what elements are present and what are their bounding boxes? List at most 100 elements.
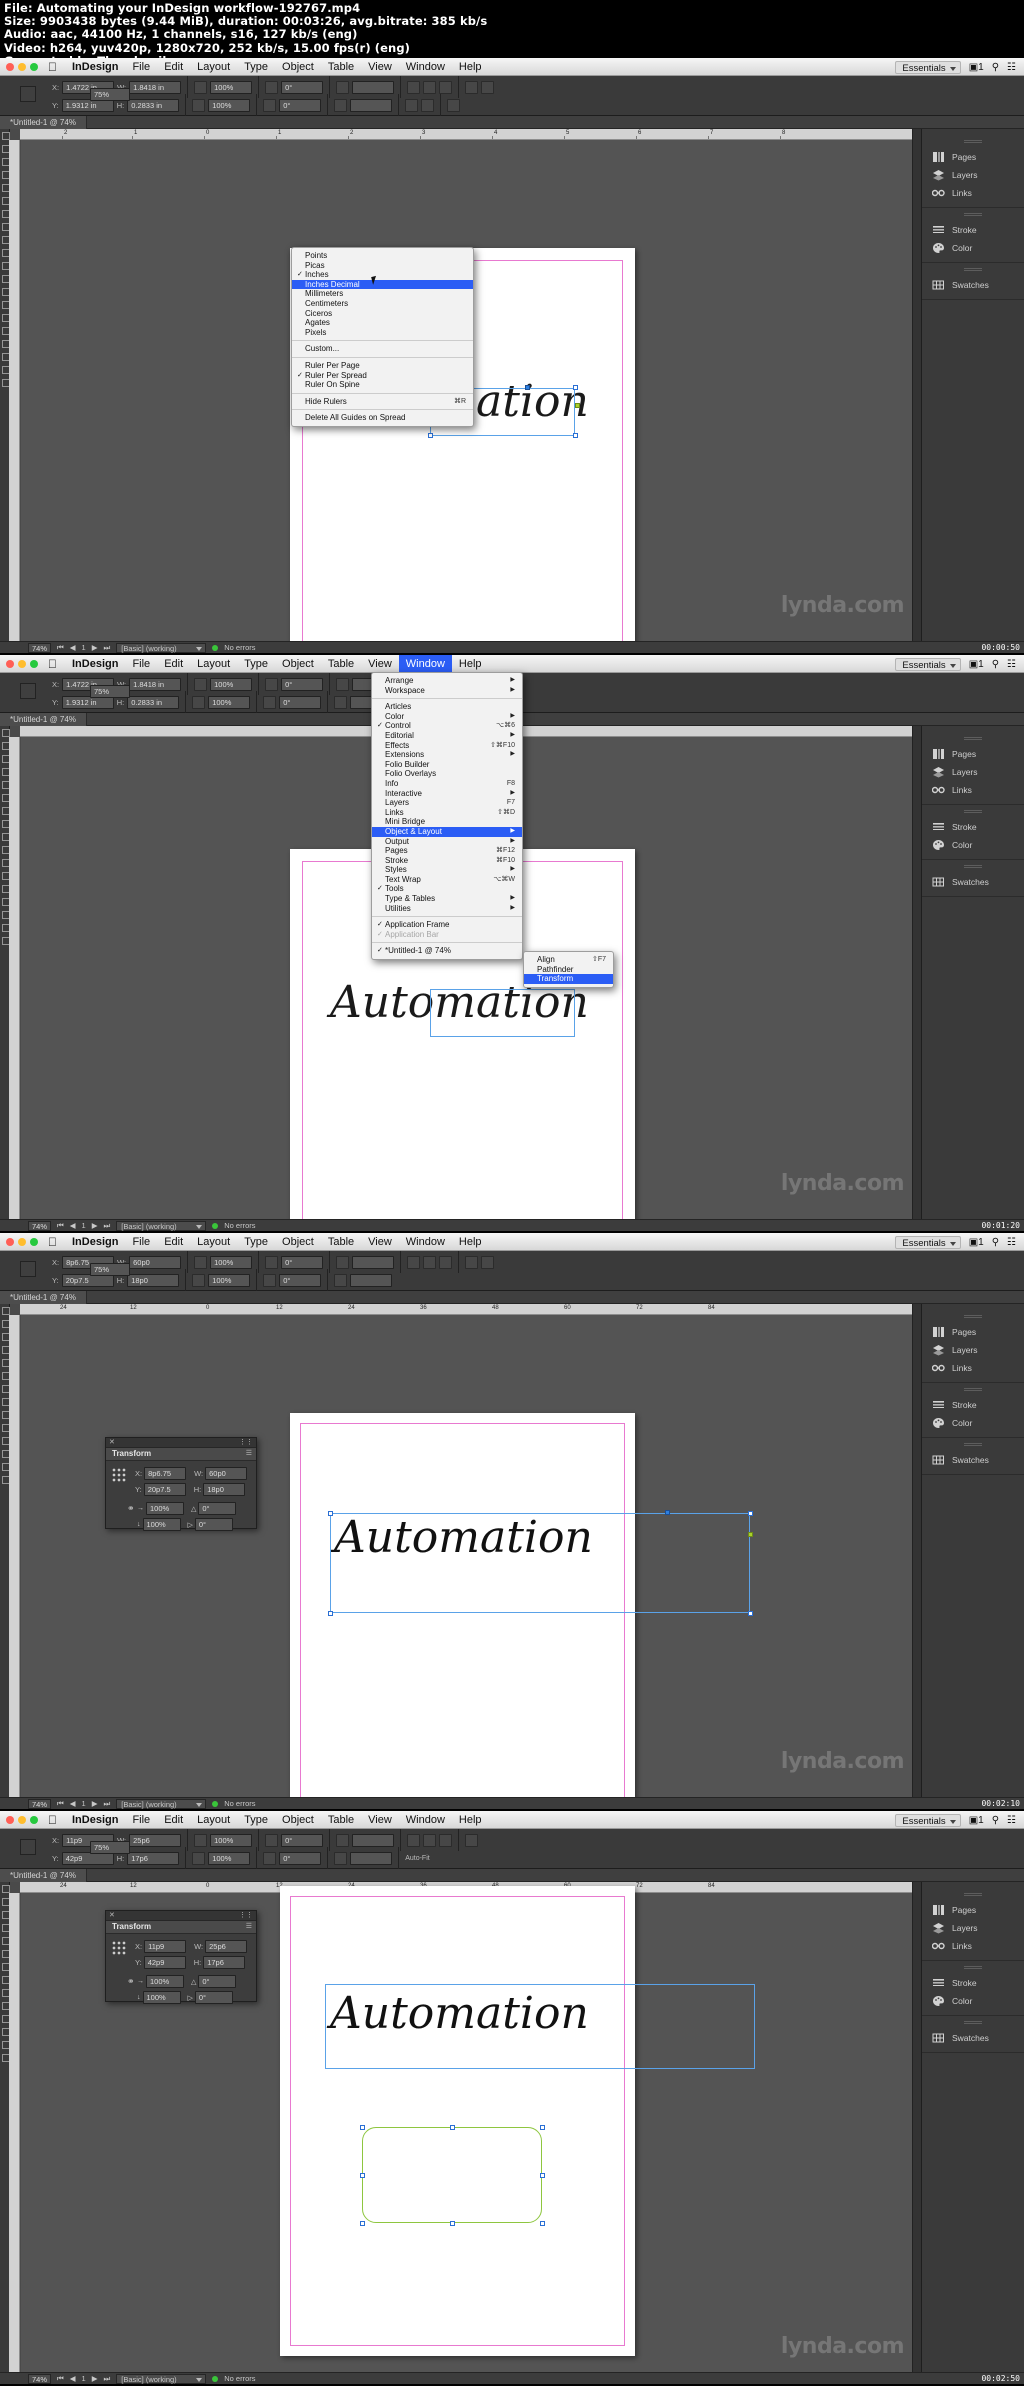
status-zoom-2[interactable]: 74% <box>28 1220 52 1231</box>
dock-grip-handle[interactable] <box>964 737 982 741</box>
selection-handle-tr-1[interactable] <box>573 385 578 390</box>
apple-menu-icon-4[interactable]:  <box>48 1813 57 1827</box>
window-menu-item-color[interactable]: Color ▶ <box>372 712 522 722</box>
ruler-units-menu-item-millimeters[interactable]: Millimeters <box>292 289 473 299</box>
status-preset-4[interactable]: [Basic] (working) <box>116 2373 207 2384</box>
transform-h-field-3[interactable]: 18p0 <box>203 1483 246 1496</box>
dock-item-links[interactable]: Links <box>922 1359 1024 1377</box>
page-nav-next-4[interactable]: ▶ <box>92 2374 98 2383</box>
page-nav-next-3[interactable]: ▶ <box>92 1799 98 1808</box>
menu-edit-2[interactable]: Edit <box>157 655 190 673</box>
ruler-units-menu-item-ruler-per-spread[interactable]: ✓ Ruler Per Spread <box>292 371 473 381</box>
status-page-4[interactable]: 1 <box>82 2374 86 2383</box>
dock-item-links[interactable]: Links <box>922 781 1024 799</box>
selection-handle-tl-3[interactable] <box>328 1511 333 1516</box>
dock-item-layers[interactable]: Layers <box>922 763 1024 781</box>
transform-rotate-3[interactable]: 0° <box>198 1502 237 1515</box>
menu-layout-3[interactable]: Layout <box>190 1233 237 1251</box>
rounded-rectangle-shape-4[interactable] <box>362 2127 542 2223</box>
stroke-weight-field-4[interactable] <box>352 1833 395 1847</box>
menu-file-2[interactable]: File <box>125 655 157 673</box>
status-zoom-3[interactable]: 74% <box>28 1798 52 1809</box>
object-layout-submenu[interactable]: Align ⇧F7 Pathfinder Transform <box>523 951 614 988</box>
window-menu-item-layers[interactable]: Layers F7 <box>372 798 522 808</box>
dock-item-swatches[interactable]: Swatches <box>922 1451 1024 1469</box>
workspace-switcher-4[interactable]: Essentials <box>895 1813 961 1827</box>
dock-item-layers[interactable]: Layers <box>922 1919 1024 1937</box>
window-menu-item-untitled-1-74[interactable]: ✓ *Untitled-1 @ 74% <box>372 946 522 956</box>
corner-options-icon-3[interactable] <box>334 1273 348 1287</box>
text-wrap-icon-3[interactable] <box>481 1255 495 1269</box>
h-field-2[interactable]: 0.2833 in <box>127 695 180 709</box>
window-menu-item-utilities[interactable]: Utilities ▶ <box>372 904 522 914</box>
w-field-3[interactable]: 60p0 <box>129 1255 182 1269</box>
corner-options-icon-4[interactable] <box>334 1851 348 1865</box>
link-scale-icon-3[interactable]: ⚭ <box>127 1503 135 1514</box>
horizontal-ruler-3[interactable]: 24 12 0 12 24 36 48 60 72 84 <box>20 1304 921 1315</box>
dock-item-swatches[interactable]: Swatches <box>922 276 1024 294</box>
reference-point-selector-3[interactable] <box>20 1261 36 1277</box>
close-window-button-4[interactable] <box>6 1815 14 1824</box>
h-field-3[interactable]: 18p0 <box>127 1273 180 1287</box>
menu-window-2[interactable]: Window <box>398 655 452 673</box>
align-left-icon-4[interactable] <box>407 1833 421 1847</box>
status-preset-1[interactable]: [Basic] (working) <box>116 642 207 653</box>
scale-y-field-2[interactable]: 100% <box>208 695 251 709</box>
dock-grip-handle[interactable] <box>964 1315 982 1319</box>
window-menu-item-info[interactable]: Info F8 <box>372 779 522 789</box>
menu-view-3[interactable]: View <box>361 1233 399 1251</box>
page-nav-prev-2[interactable]: ◀ <box>70 1221 76 1230</box>
menu-layout-1[interactable]: Layout <box>190 58 237 76</box>
window-menu-item-effects[interactable]: Effects ⇧⌘F10 <box>372 741 522 751</box>
window-menu-item-type-tables[interactable]: Type & Tables ▶ <box>372 894 522 904</box>
transform-w-field-3[interactable]: 60p0 <box>205 1467 248 1480</box>
menu-help-1[interactable]: Help <box>452 58 489 76</box>
workspace-switcher-2[interactable]: Essentials <box>895 657 961 671</box>
menu-type-2[interactable]: Type <box>237 655 275 673</box>
window-menu-item-control[interactable]: ✓ Control ⌥⌘6 <box>372 721 522 731</box>
stroke-weight-icon-3[interactable] <box>336 1255 350 1269</box>
link-scale-icon-4[interactable]: ⚭ <box>127 1976 135 1987</box>
dock-grip-handle[interactable] <box>964 865 982 869</box>
shear-field-1[interactable]: 0° <box>279 98 322 112</box>
menu-object-4[interactable]: Object <box>275 1811 321 1829</box>
window-menu-item-application-frame[interactable]: ✓ Application Frame <box>372 920 522 930</box>
selection-handle-br-1[interactable] <box>573 433 578 438</box>
selection-box-3[interactable] <box>330 1513 750 1613</box>
page-nav-prev-3[interactable]: ◀ <box>70 1799 76 1808</box>
close-window-button-2[interactable] <box>6 659 14 668</box>
grid-icon-1[interactable]: ☷ <box>1007 62 1016 73</box>
window-menu-item-pages[interactable]: Pages ⌘F12 <box>372 846 522 856</box>
shape-handle-bm-4[interactable] <box>450 2221 455 2226</box>
page-nav-next-2[interactable]: ▶ <box>92 1221 98 1230</box>
scale-x-field-4[interactable]: 100% <box>210 1833 253 1847</box>
search-icon-1[interactable]: ⚲ <box>992 62 999 73</box>
transform-scale-y-4[interactable]: 100% <box>142 1991 181 2004</box>
page-nav-last-1[interactable]: ⏭ <box>104 643 111 653</box>
zoom-level-display-3[interactable]: 75% <box>90 1263 130 1276</box>
panel-dock-2[interactable]: Pages Layers Links Stroke Color Swatches <box>921 726 1024 1219</box>
dock-collapse-strip-2[interactable] <box>912 726 921 1219</box>
dock-collapse-strip-4[interactable] <box>912 1882 921 2372</box>
menu-help-4[interactable]: Help <box>452 1811 489 1829</box>
effects-icon-1[interactable] <box>447 98 461 112</box>
scale-y-field-4[interactable]: 100% <box>208 1851 251 1865</box>
dock-item-stroke[interactable]: Stroke <box>922 818 1024 836</box>
panel-dock-4[interactable]: Pages Layers Links Stroke Color Swatches <box>921 1882 1024 2372</box>
apple-menu-icon-3[interactable]:  <box>48 1235 57 1249</box>
menu-table-4[interactable]: Table <box>321 1811 361 1829</box>
align-center-icon-3[interactable] <box>423 1255 437 1269</box>
menu-view-2[interactable]: View <box>361 655 399 673</box>
menu-object-3[interactable]: Object <box>275 1233 321 1251</box>
apple-menu-icon[interactable]:  <box>48 60 57 74</box>
ruler-units-context-menu[interactable]: Points Picas ✓ Inches Inches Decimal Millimet… <box>291 247 474 427</box>
ruler-units-menu-item-picas[interactable]: Picas <box>292 261 473 271</box>
menu-object-2[interactable]: Object <box>275 655 321 673</box>
grid-icon-3[interactable]: ☷ <box>1007 1237 1016 1248</box>
status-zoom-4[interactable]: 74% <box>28 2373 52 2384</box>
dock-item-layers[interactable]: Layers <box>922 166 1024 184</box>
window-menu-item-application-bar[interactable]: ✓ Application Bar <box>372 930 522 940</box>
ruler-units-menu-item-pixels[interactable]: Pixels <box>292 328 473 338</box>
document-tab-3[interactable]: *Untitled-1 @ 74% <box>0 1290 87 1304</box>
apple-menu-icon-2[interactable]:  <box>48 657 57 671</box>
